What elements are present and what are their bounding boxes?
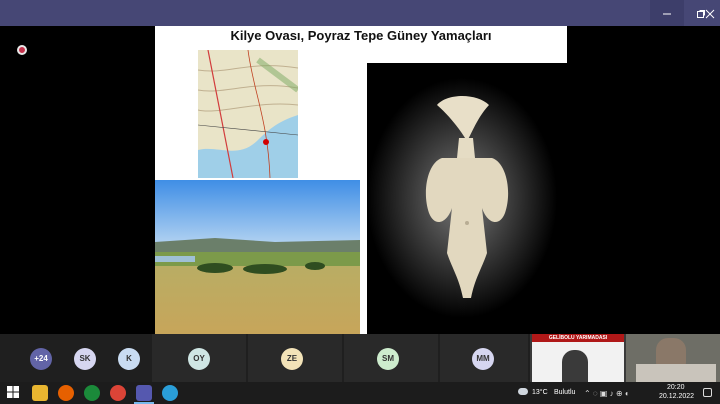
windows-taskbar: 13°C Bulutlu ⌃ ◌ ▣ ♪ ⊕ ◐ 20:20 20.12.202… (0, 382, 720, 404)
participant-tile[interactable]: ZE (248, 334, 342, 382)
sofa-shape (636, 364, 716, 382)
topographic-map-image (198, 50, 298, 178)
clock-time[interactable]: 20:20 (667, 384, 685, 391)
minimize-icon (663, 13, 671, 15)
firefox-icon[interactable] (58, 385, 74, 401)
close-icon (705, 9, 715, 19)
slide-title: Kilye Ovası, Poyraz Tepe Güney Yamaçları (230, 28, 492, 43)
file-explorer-icon[interactable] (32, 385, 48, 401)
figurine-photo (367, 63, 567, 334)
participant-avatar: SM (377, 348, 399, 370)
participant-avatar: OY (188, 348, 210, 370)
windows-start-icon[interactable] (6, 385, 22, 401)
tray-icons[interactable]: ⌃ ◌ ▣ ♪ ⊕ ◐ (584, 389, 630, 398)
close-button[interactable] (700, 0, 720, 26)
participant-tile[interactable]: MM (440, 334, 528, 382)
weather-temperature[interactable]: 13°C (532, 389, 548, 396)
participant-tile[interactable]: SM (344, 334, 438, 382)
participant-avatar: MM (472, 348, 494, 370)
participant-tile[interactable]: OY (152, 334, 246, 382)
participant-avatar[interactable]: K (118, 348, 140, 370)
recording-indicator (17, 45, 27, 55)
webcam-poster: GELİBOLU YARIMADASI (532, 334, 624, 382)
teams-icon[interactable] (136, 385, 152, 401)
weather-condition[interactable]: Bulutlu (554, 389, 575, 396)
participant-tile[interactable]: +24 SK K (0, 334, 150, 382)
edge-icon[interactable] (162, 385, 178, 401)
webcam-room (626, 334, 720, 382)
participant-strip: +24 SK K OY ZE SM MM (0, 334, 530, 382)
participant-overflow-avatar[interactable]: +24 (30, 348, 52, 370)
window-titlebar (0, 0, 720, 26)
app-u-icon[interactable] (84, 385, 100, 401)
cloud-icon (518, 388, 528, 395)
landscape-photo (155, 180, 360, 334)
participant-avatar: ZE (281, 348, 303, 370)
video-feed-tile[interactable]: GELİBOLU YARIMADASI (530, 334, 720, 382)
person-silhouette (562, 350, 588, 382)
notifications-icon[interactable] (703, 388, 712, 397)
clock-date[interactable]: 20.12.2022 (659, 393, 694, 400)
chrome-icon[interactable] (110, 385, 126, 401)
poster-banner-title: GELİBOLU YARIMADASI (532, 334, 624, 342)
participant-avatar[interactable]: SK (74, 348, 96, 370)
minimize-button[interactable] (650, 0, 684, 26)
